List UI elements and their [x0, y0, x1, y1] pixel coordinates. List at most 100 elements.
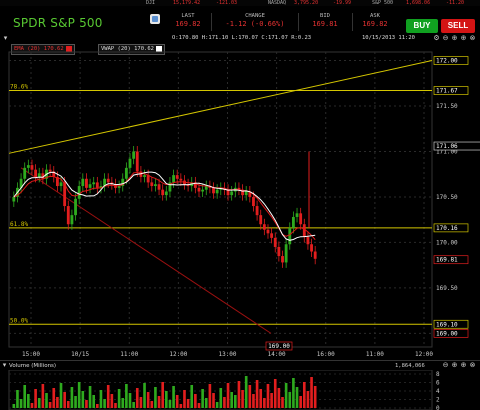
fib-level-label: 50.0%	[10, 317, 28, 324]
collapse-chevron-icon[interactable]: ▾	[1, 362, 8, 369]
volume-label: Volume (Millions)	[9, 363, 57, 369]
volume-tick-label: 2	[436, 397, 440, 404]
candle-body	[197, 187, 201, 192]
axis-labels: 172.00171.50171.00170.50170.00169.50169.…	[22, 56, 480, 358]
price-chart[interactable]: 78.6%61.8%50.0% 172.00171.50171.00170.50…	[0, 42, 480, 362]
indicator-lines	[13, 171, 316, 241]
volume-bar	[179, 404, 183, 408]
candle-body	[135, 151, 139, 172]
candle-body	[313, 251, 317, 259]
candle-body	[117, 186, 121, 188]
x-tick-label: 14:00	[268, 351, 286, 358]
candle-body	[132, 151, 136, 159]
candle-body	[252, 196, 255, 207]
price-tag-label: 171.06	[436, 143, 458, 150]
sell-button[interactable]: SELL	[441, 19, 475, 33]
chart-grid	[8, 51, 433, 348]
volume-bar	[41, 384, 45, 408]
x-tick-label: 12:00	[415, 351, 433, 358]
volume-bar	[12, 404, 16, 408]
bid-quote: BID 169.81	[300, 12, 350, 29]
candle-body	[204, 186, 208, 190]
bid-value: 169.81	[312, 20, 338, 28]
zoom-in-icon[interactable]: ⊕	[451, 362, 458, 369]
x-tick-label: 11:00	[366, 351, 384, 358]
candle-body	[12, 196, 16, 202]
volume-bar	[114, 403, 117, 408]
volume-bar	[208, 384, 212, 408]
volume-tick-label: 6	[436, 380, 440, 387]
zoom-out-icon[interactable]: ⊖	[442, 35, 449, 42]
candle-body	[59, 182, 63, 187]
fib-level-label: 61.8%	[10, 221, 28, 228]
ask-quote: ASK 169.82	[354, 12, 396, 29]
volume-bar	[270, 393, 273, 408]
volume-bar	[157, 396, 161, 408]
volume-bar	[172, 386, 175, 408]
candle-body	[215, 189, 219, 194]
volume-bar	[190, 385, 194, 408]
zoom-in-icon[interactable]: ⊕	[460, 35, 467, 42]
volume-bar	[103, 399, 106, 408]
last-label: LAST	[181, 13, 195, 19]
candle-body	[262, 224, 266, 230]
close-icon[interactable]: ⊗	[469, 35, 476, 42]
volume-chart[interactable]: 8 64 20	[0, 370, 480, 410]
y-tick-label: 170.00	[436, 239, 458, 246]
candle-body	[48, 169, 52, 172]
volume-bar	[81, 391, 85, 408]
candle-body	[259, 215, 263, 225]
candle-body	[164, 191, 168, 196]
buy-button[interactable]: BUY	[406, 19, 438, 33]
volume-value: 1,864,066	[395, 363, 425, 369]
volume-bar	[248, 385, 252, 408]
volume-bar	[34, 389, 37, 408]
candle-body	[81, 178, 85, 187]
volume-bar	[121, 398, 125, 408]
candle-body	[128, 158, 132, 168]
volume-bar	[299, 396, 302, 408]
price-tag-label: 169.10	[436, 321, 458, 328]
candle-body	[150, 182, 154, 187]
volume-bar	[295, 387, 299, 408]
volume-bar	[226, 383, 230, 408]
volume-bar	[143, 383, 146, 408]
volume-bar	[204, 398, 208, 408]
volume-bar	[241, 390, 244, 408]
volume-bar	[266, 384, 270, 408]
zoom-in-icon[interactable]: ⊕	[451, 35, 458, 42]
candle-body	[179, 178, 183, 181]
price-tag-label: 172.00	[436, 58, 458, 65]
volume-bar	[23, 385, 27, 408]
candle-body	[30, 165, 34, 170]
candles	[12, 146, 317, 268]
zoom-out-icon[interactable]: ⊖	[442, 362, 449, 369]
volume-bar	[128, 393, 132, 408]
volume-bar	[132, 402, 135, 408]
volume-bar	[106, 385, 110, 408]
price-tag-label: 170.16	[436, 225, 458, 232]
candle-body	[201, 189, 205, 192]
volume-bar	[215, 402, 219, 408]
collapse-chevron-icon[interactable]: ▾	[2, 35, 9, 42]
candle-body	[106, 178, 110, 183]
candle-body	[23, 167, 27, 179]
price-tag-label: 169.81	[436, 257, 458, 264]
candle-body	[66, 206, 70, 225]
settings-icon[interactable]: ⚙	[433, 35, 440, 42]
zoom-in-icon[interactable]: ⊕	[460, 362, 467, 369]
volume-bar	[154, 387, 157, 408]
candle-body	[299, 213, 303, 225]
volume-bar	[281, 397, 284, 408]
volume-bar	[310, 377, 313, 408]
volume-bar	[288, 392, 292, 408]
x-tick-label: 10/15	[71, 351, 89, 358]
volume-bar	[255, 380, 259, 408]
volume-bar	[70, 387, 74, 408]
volume-bar	[212, 393, 215, 408]
close-icon[interactable]: ⊗	[469, 362, 476, 369]
volume-bar	[263, 398, 266, 408]
low-marker-label: 169.00	[268, 343, 290, 350]
volume-bar	[139, 397, 143, 408]
volume-bar	[194, 394, 197, 408]
